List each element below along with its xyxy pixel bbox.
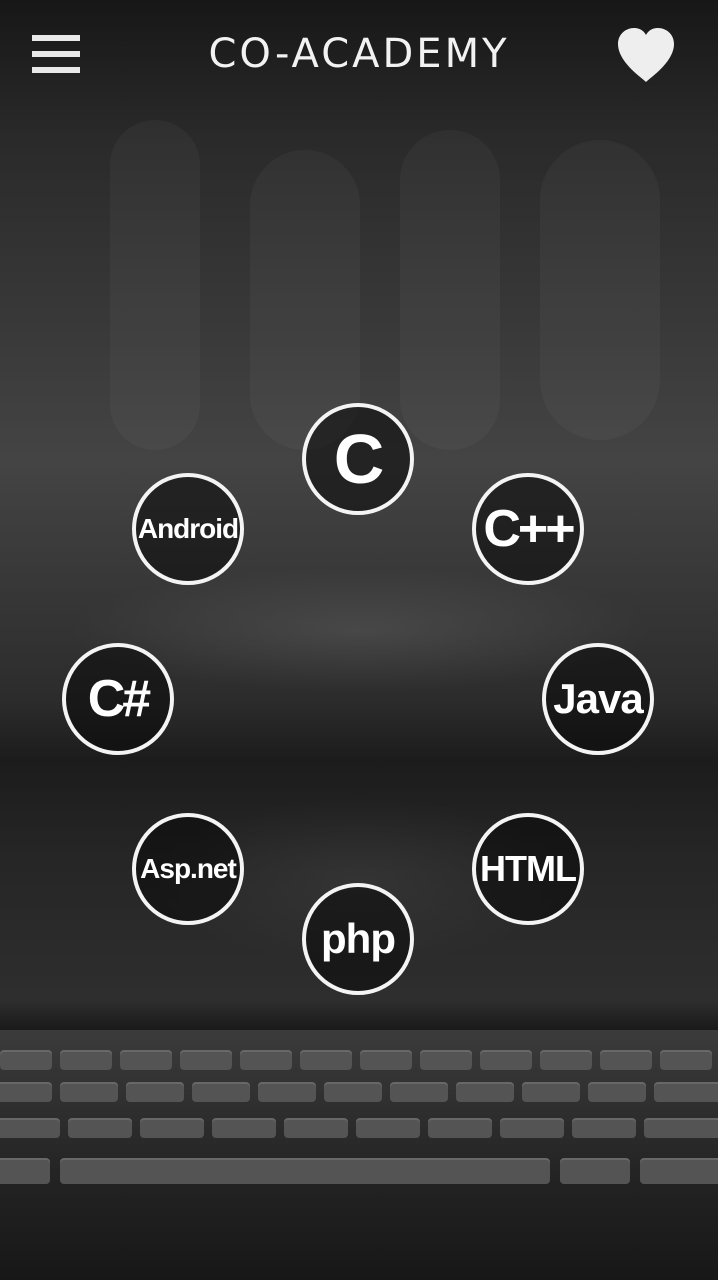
background-blur-shape [110,120,200,450]
top-app-bar: CO-ACADEMY [0,0,718,110]
language-button-csharp[interactable]: C# [62,643,174,755]
language-button-aspnet[interactable]: Asp.net [132,813,244,925]
language-label: C# [87,670,152,728]
language-label: Android [137,513,239,544]
language-label: HTML [480,848,577,889]
language-button-cpp[interactable]: C++ [472,473,584,585]
heart-icon[interactable] [614,26,678,84]
language-button-android[interactable]: Android [132,473,244,585]
language-label: php [321,915,396,962]
language-button-java[interactable]: Java [542,643,654,755]
app-title: CO-ACADEMY [208,31,510,77]
language-label: Java [553,675,643,722]
home-screen: CO-ACADEMY C C++ Java HTML php Asp.net C… [0,0,718,1280]
language-label: C++ [483,500,575,558]
language-button-c[interactable]: C [302,403,414,515]
background-keyboard-image [0,1030,718,1280]
background-blur-shape [400,130,500,450]
language-label: C [333,420,385,498]
background-blur-shape [540,140,660,440]
language-button-php[interactable]: php [302,883,414,995]
language-button-html[interactable]: HTML [472,813,584,925]
language-label: Asp.net [140,853,237,884]
